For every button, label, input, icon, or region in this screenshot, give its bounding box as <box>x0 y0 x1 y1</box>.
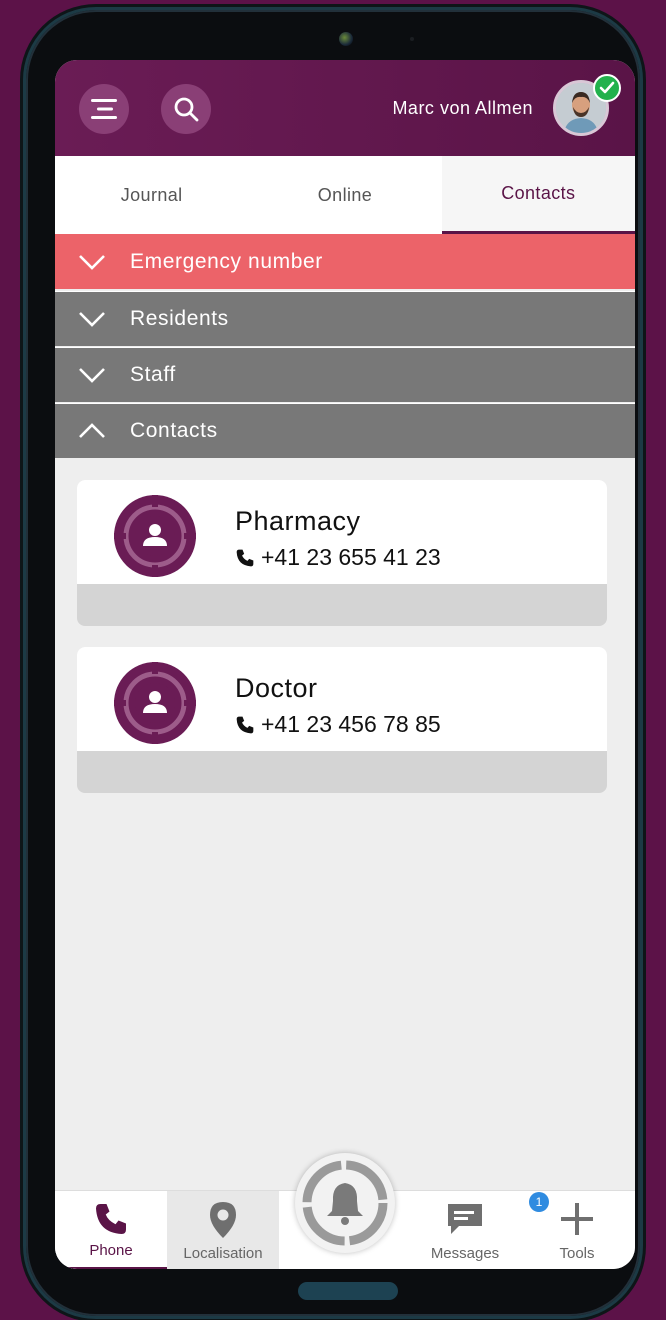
alarm-button[interactable] <box>295 1153 395 1253</box>
section-residents[interactable]: Residents <box>55 291 635 346</box>
section-staff[interactable]: Staff <box>55 347 635 402</box>
location-pin-icon <box>210 1202 236 1238</box>
plus-icon <box>561 1203 593 1235</box>
chevron-down-icon <box>79 312 105 327</box>
contact-name: Doctor <box>235 673 318 703</box>
home-indicator[interactable] <box>298 1282 398 1300</box>
tab-contacts[interactable]: Contacts <box>441 156 635 234</box>
menu-button[interactable] <box>79 84 129 134</box>
nav-label: Localisation <box>183 1245 263 1262</box>
proximity-sensor <box>410 37 414 41</box>
phone-icon <box>236 716 254 733</box>
card-body: Pharmacy +41 23 655 41 23 <box>77 480 607 584</box>
card-body: Doctor +41 23 456 78 85 <box>77 647 607 751</box>
app-screen: Marc von Allmen Journal Online Contacts … <box>55 60 635 1269</box>
app-header: Marc von Allmen <box>55 60 635 156</box>
search-icon <box>174 97 199 122</box>
search-button[interactable] <box>161 84 211 134</box>
user-name[interactable]: Marc von Allmen <box>392 98 533 119</box>
section-emergency-number[interactable]: Emergency number <box>55 234 635 289</box>
chevron-down-icon <box>79 368 105 383</box>
chevron-up-icon <box>79 423 105 438</box>
contact-phone-number: +41 23 655 41 23 <box>261 544 441 570</box>
menu-icon <box>91 99 117 119</box>
nav-label: Phone <box>89 1242 133 1259</box>
contact-phone[interactable]: +41 23 456 78 85 <box>235 711 441 738</box>
phone-icon <box>96 1204 126 1234</box>
nav-phone[interactable]: Phone <box>55 1191 167 1269</box>
contact-phone[interactable]: +41 23 655 41 23 <box>235 544 441 571</box>
chevron-down-icon <box>79 254 105 270</box>
messages-count-badge: 1 <box>529 1192 549 1212</box>
nav-label: Tools <box>559 1245 595 1262</box>
online-status-badge <box>593 74 621 102</box>
section-label: Contacts <box>130 419 218 442</box>
section-label: Emergency number <box>130 249 323 273</box>
section-contacts[interactable]: Contacts <box>55 403 635 458</box>
tab-bar: Journal Online Contacts <box>55 156 635 234</box>
bell-icon <box>302 1160 388 1246</box>
section-label: Residents <box>130 307 229 330</box>
phone-icon <box>236 549 254 566</box>
contact-phone-number: +41 23 456 78 85 <box>261 711 441 737</box>
contact-person-icon <box>114 495 196 577</box>
tab-journal[interactable]: Journal <box>55 156 248 234</box>
contact-card-doctor[interactable]: Doctor +41 23 456 78 85 <box>77 647 607 793</box>
contact-name: Pharmacy <box>235 506 361 536</box>
nav-label: Messages <box>430 1245 500 1262</box>
nav-messages[interactable]: Messages <box>409 1191 521 1269</box>
section-label: Staff <box>130 363 176 386</box>
front-camera <box>339 32 353 46</box>
nav-localisation[interactable]: Localisation <box>167 1191 279 1269</box>
tab-online[interactable]: Online <box>248 156 441 234</box>
message-icon <box>448 1204 482 1234</box>
contact-person-icon <box>114 662 196 744</box>
contact-card-pharmacy[interactable]: Pharmacy +41 23 655 41 23 <box>77 480 607 626</box>
check-icon <box>599 81 615 94</box>
